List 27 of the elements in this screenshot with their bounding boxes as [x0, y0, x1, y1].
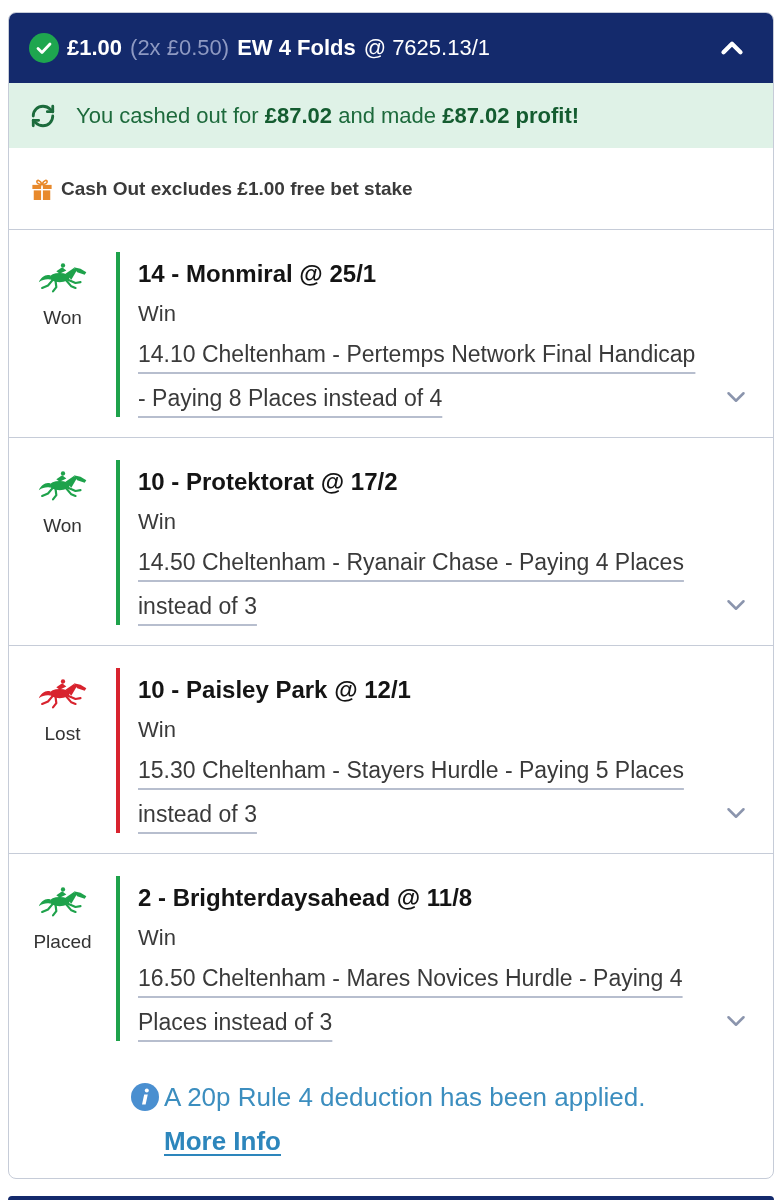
stake-split: (2x £0.50)	[130, 35, 230, 61]
market-label: Win	[138, 508, 176, 536]
bet-odds: @ 7625.13/1	[363, 35, 490, 61]
event-name-link[interactable]: 14.10 Cheltenham - Pertemps Network Final Handicap - Paying 8 Places instead of 4	[138, 332, 706, 420]
selection-title: 10 - Protektorat @ 17/2	[138, 467, 398, 497]
selection-title: 10 - Paisley Park @ 12/1	[138, 675, 411, 705]
result-label: Lost	[44, 722, 81, 746]
selection-title: 14 - Monmiral @ 25/1	[138, 259, 377, 289]
refresh-arrows-icon	[30, 102, 56, 129]
result-label: Won	[43, 514, 82, 538]
market-label: Win	[138, 716, 176, 744]
market-label: Win	[138, 924, 176, 952]
stake-amount: £1.00	[67, 35, 123, 61]
market-label: Win	[138, 300, 176, 328]
result-label: Won	[43, 306, 82, 330]
event-name-link[interactable]: 14.50 Cheltenham - Ryanair Chase - Paying 4 Places instead of 3	[138, 540, 706, 628]
free-bet-note: Cash Out excludes £1.00 free bet stake	[61, 177, 413, 200]
result-label: Placed	[33, 930, 92, 954]
cashout-message: You cashed out for £87.02 and made £87.02 profit!	[76, 102, 580, 129]
more-info-link[interactable]: More Info	[164, 1126, 281, 1156]
check-circle-icon	[29, 33, 59, 63]
rule4-notice: A 20p Rule 4 deduction has been applied. More Info	[164, 1081, 647, 1158]
info-icon	[131, 1083, 159, 1111]
event-name-link[interactable]: 16.50 Cheltenham - Mares Novices Hurdle - Paying 4 Places instead of 3	[138, 956, 706, 1044]
selection-title: 2 - Brighterdaysahead @ 11/8	[138, 883, 473, 913]
event-name-link[interactable]: 15.30 Cheltenham - Stayers Hurdle - Paying 5 Places instead of 3	[138, 748, 706, 836]
bet-type: EW 4 Folds	[237, 35, 356, 61]
